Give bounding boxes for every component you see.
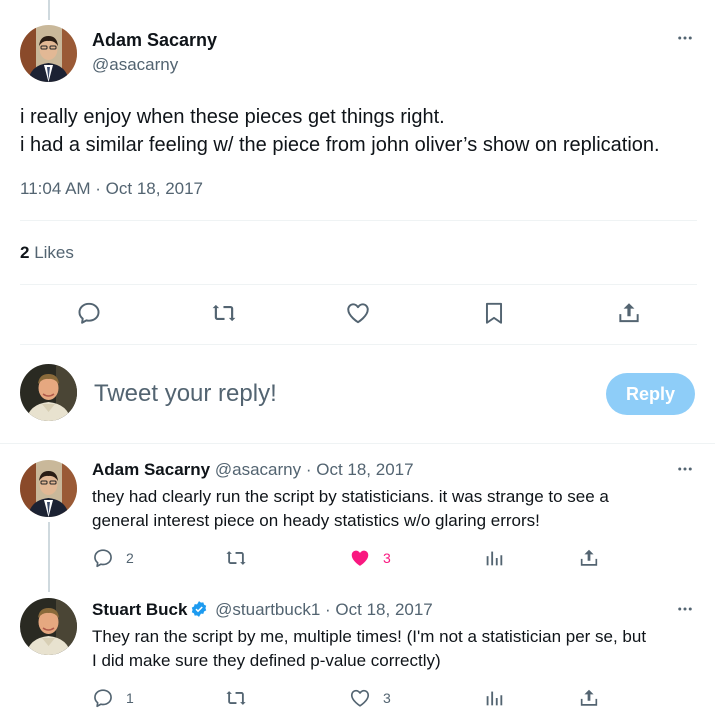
avatar-current-user <box>20 364 77 421</box>
reply-button[interactable]: 2 <box>92 547 134 569</box>
reply-date[interactable]: · Oct 18, 2017 <box>306 460 414 479</box>
share-icon <box>580 549 598 566</box>
bookmark-button[interactable] <box>481 300 507 326</box>
divider <box>20 284 697 285</box>
verified-badge-icon <box>192 601 207 617</box>
reply-count: 1 <box>126 690 134 706</box>
share-button[interactable] <box>578 687 600 709</box>
reply-submit-button[interactable]: Reply <box>606 373 695 415</box>
likes-label: Likes <box>34 243 74 262</box>
reply-author-handle[interactable]: @stuartbuck1 <box>215 600 320 619</box>
reply-author-name[interactable]: Stuart Buck <box>92 600 187 619</box>
like-button[interactable]: 3 <box>349 687 391 709</box>
heart-filled-icon <box>351 550 369 566</box>
more-icon <box>678 36 692 40</box>
comment-icon <box>94 549 112 568</box>
reply-count: 2 <box>126 550 134 566</box>
avatar-stuart-buck <box>20 598 77 655</box>
reply-input[interactable]: Tweet your reply! <box>94 380 277 408</box>
more-icon <box>678 607 692 611</box>
avatar-adam-sacarny <box>20 460 77 517</box>
comment-icon <box>78 302 100 324</box>
tweet-text-line: i really enjoy when these pieces get thi… <box>20 106 445 128</box>
more-options-button[interactable] <box>673 30 697 46</box>
divider <box>0 443 715 444</box>
avatar <box>20 364 77 421</box>
reply-text-line: general interest piece on heady statisti… <box>92 511 540 530</box>
share-icon <box>580 689 598 706</box>
avatar[interactable] <box>20 598 77 655</box>
heart-icon <box>347 303 369 324</box>
reply-header: Adam Sacarny @asacarny · Oct 18, 2017 <box>92 460 414 480</box>
like-button[interactable] <box>345 300 371 326</box>
more-icon <box>678 467 692 471</box>
retweet-button[interactable] <box>211 300 237 326</box>
thread-connector <box>48 522 50 592</box>
reply-header: Stuart Buck @stuartbuck1 · Oct 18, 2017 <box>92 600 433 620</box>
author-name[interactable]: Adam Sacarny <box>92 30 217 51</box>
more-options-button[interactable] <box>673 601 697 617</box>
reply-text-line: they had clearly run the script by stati… <box>92 487 609 506</box>
comment-icon <box>94 689 112 708</box>
more-options-button[interactable] <box>673 461 697 477</box>
bookmark-icon <box>485 302 503 324</box>
likes-number: 2 <box>20 243 30 262</box>
analytics-button[interactable] <box>483 547 505 569</box>
retweet-button[interactable] <box>225 687 247 709</box>
reply-button[interactable]: 1 <box>92 687 134 709</box>
like-count: 3 <box>383 690 391 706</box>
like-count: 3 <box>383 550 391 566</box>
analytics-icon <box>486 551 503 566</box>
likes-count[interactable]: 2 Likes <box>20 243 74 263</box>
reply-author-handle[interactable]: @asacarny <box>215 460 301 479</box>
avatar[interactable] <box>20 460 77 517</box>
divider <box>20 220 697 221</box>
retweet-icon <box>226 551 246 565</box>
author-handle[interactable]: @asacarny <box>92 55 178 75</box>
reply-text: They ran the script by me, multiple time… <box>92 625 702 673</box>
avatar-adam-sacarny <box>20 25 77 82</box>
retweet-icon <box>226 691 246 705</box>
reply-text-line: I did make sure they defined p-value cor… <box>92 651 441 670</box>
reply-text-line: They ran the script by me, multiple time… <box>92 627 647 646</box>
thread-connector-top <box>48 0 50 20</box>
share-icon <box>619 303 639 323</box>
analytics-icon <box>486 691 503 706</box>
share-button[interactable] <box>616 300 642 326</box>
reply-text: they had clearly run the script by stati… <box>92 485 702 533</box>
share-button[interactable] <box>578 547 600 569</box>
reply-button[interactable] <box>76 300 102 326</box>
like-button[interactable]: 3 <box>349 547 391 569</box>
tweet-text: i really enjoy when these pieces get thi… <box>20 103 710 159</box>
retweet-button[interactable] <box>225 547 247 569</box>
analytics-button[interactable] <box>483 687 505 709</box>
avatar[interactable] <box>20 25 77 82</box>
reply-date[interactable]: · Oct 18, 2017 <box>325 600 433 619</box>
retweet-icon <box>212 304 236 322</box>
divider <box>20 344 697 345</box>
reply-author-name[interactable]: Adam Sacarny <box>92 460 210 479</box>
heart-icon <box>350 689 370 707</box>
tweet-timestamp[interactable]: 11:04 AM · Oct 18, 2017 <box>20 179 203 199</box>
tweet-text-line: i had a similar feeling w/ the piece fro… <box>20 134 660 156</box>
